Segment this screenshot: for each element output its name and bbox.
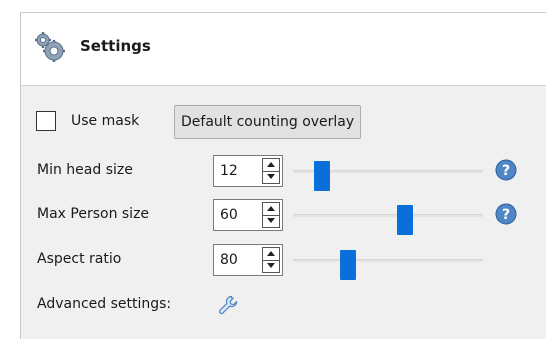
aspect-ratio-slider[interactable] bbox=[293, 242, 483, 280]
min-head-size-value[interactable]: 12 bbox=[220, 163, 238, 179]
min-head-size-stepper[interactable] bbox=[262, 158, 280, 184]
slider-track[interactable] bbox=[293, 259, 483, 262]
slider-handle[interactable] bbox=[313, 161, 330, 191]
use-mask-checkbox[interactable] bbox=[36, 111, 56, 131]
page-title: Settings bbox=[80, 37, 151, 55]
min-head-size-slider[interactable] bbox=[293, 153, 483, 191]
mask-row: Use mask Default counting overlay bbox=[21, 104, 546, 140]
max-person-size-label: Max Person size bbox=[37, 206, 150, 222]
help-icon[interactable]: ? bbox=[495, 159, 517, 181]
settings-panel: Settings Use mask Default counting overl… bbox=[20, 12, 546, 339]
gears-icon bbox=[35, 32, 65, 62]
svg-text:?: ? bbox=[502, 207, 510, 223]
min-head-size-row: Min head size 12 ? bbox=[21, 153, 546, 191]
max-person-size-slider[interactable] bbox=[293, 197, 483, 235]
slider-handle[interactable] bbox=[397, 205, 414, 235]
decrement-button[interactable] bbox=[263, 215, 279, 227]
advanced-settings-row: Advanced settings: bbox=[21, 287, 546, 323]
aspect-ratio-spinbox[interactable]: 80 bbox=[213, 244, 283, 276]
max-person-size-value[interactable]: 60 bbox=[220, 207, 238, 223]
svg-text:?: ? bbox=[502, 163, 510, 179]
decrement-button[interactable] bbox=[263, 260, 279, 272]
aspect-ratio-row: Aspect ratio 80 bbox=[21, 242, 546, 280]
aspect-ratio-value[interactable]: 80 bbox=[220, 252, 238, 268]
slider-handle[interactable] bbox=[340, 250, 357, 280]
max-person-size-stepper[interactable] bbox=[262, 202, 280, 228]
advanced-settings-label: Advanced settings: bbox=[37, 296, 172, 312]
min-head-size-label: Min head size bbox=[37, 162, 133, 178]
min-head-size-spinbox[interactable]: 12 bbox=[213, 155, 283, 187]
slider-track[interactable] bbox=[293, 214, 483, 217]
max-person-size-spinbox[interactable]: 60 bbox=[213, 199, 283, 231]
max-person-size-row: Max Person size 60 ? bbox=[21, 197, 546, 235]
decrement-button[interactable] bbox=[263, 171, 279, 183]
aspect-ratio-stepper[interactable] bbox=[262, 247, 280, 273]
help-icon[interactable]: ? bbox=[495, 203, 517, 225]
aspect-ratio-label: Aspect ratio bbox=[37, 251, 122, 267]
default-counting-overlay-button[interactable]: Default counting overlay bbox=[174, 105, 362, 139]
use-mask-label[interactable]: Use mask bbox=[71, 113, 139, 129]
settings-header: Settings bbox=[21, 13, 546, 86]
wrench-icon[interactable] bbox=[217, 294, 239, 316]
